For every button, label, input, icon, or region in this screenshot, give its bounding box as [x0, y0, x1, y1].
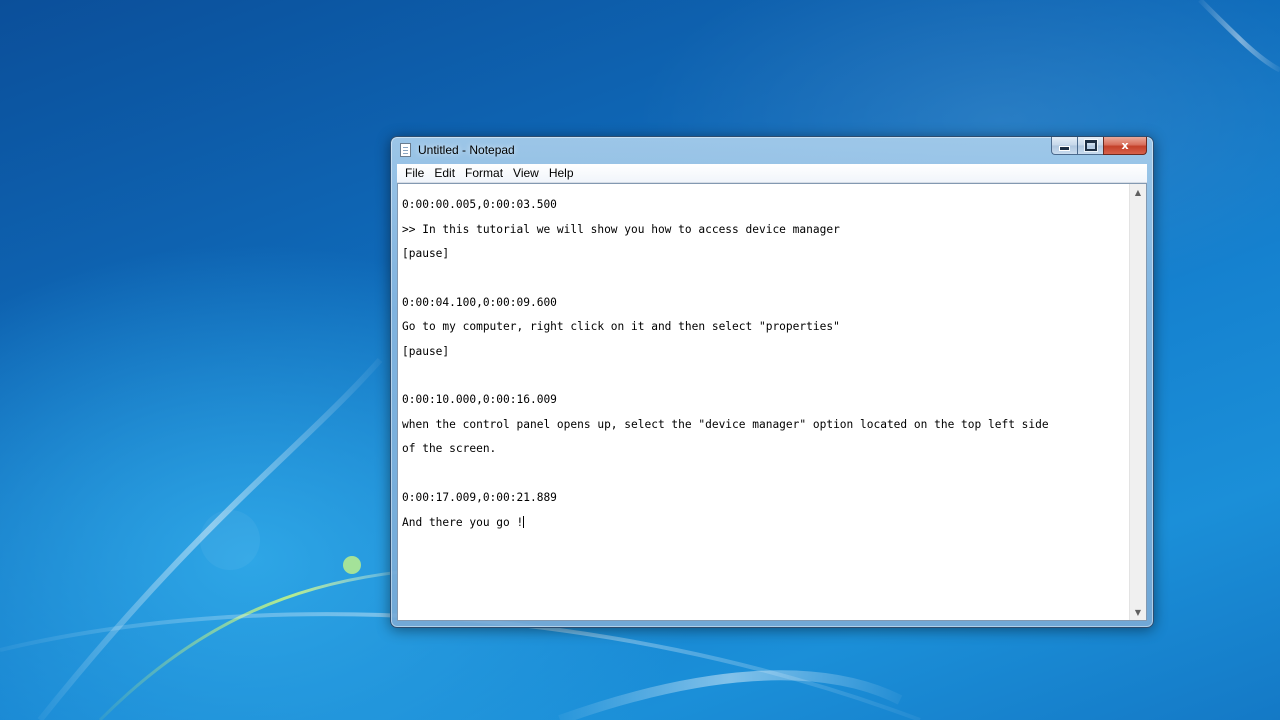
editor-line: [pause]: [402, 344, 450, 358]
title-bar[interactable]: Untitled - Notepad x: [391, 137, 1153, 163]
caption-buttons: x: [1051, 137, 1147, 156]
window-title: Untitled - Notepad: [418, 143, 515, 157]
editor-line-text: And there you go !: [402, 516, 524, 530]
menu-edit[interactable]: Edit: [430, 166, 461, 180]
editor-line: 0:00:17.009,0:00:21.889: [402, 491, 557, 505]
editor-line: of the screen.: [402, 442, 497, 456]
maximize-button[interactable]: [1077, 137, 1103, 155]
notepad-icon[interactable]: [400, 143, 411, 157]
scroll-track[interactable]: [1130, 200, 1146, 604]
editor-line: ​: [402, 468, 1125, 480]
editor-line: when the control panel opens up, select …: [402, 417, 1049, 431]
text-caret: [523, 516, 525, 529]
close-button[interactable]: x: [1103, 137, 1147, 155]
scroll-up-arrow-icon[interactable]: ▲: [1130, 184, 1146, 200]
scroll-down-arrow-icon[interactable]: ▼: [1130, 604, 1146, 620]
editor-line: ​: [402, 370, 1125, 382]
notepad-window[interactable]: Untitled - Notepad x File Edit Format Vi…: [390, 136, 1154, 628]
menu-help[interactable]: Help: [545, 166, 580, 180]
editor-line: 0:00:04.100,0:00:09.600: [402, 295, 557, 309]
maximize-icon: [1083, 139, 1098, 152]
editor-frame: 0:00:00.005,0:00:03.500 >> In this tutor…: [397, 183, 1147, 621]
close-icon: x: [1121, 139, 1129, 152]
editor-line: Go to my computer, right click on it and…: [402, 320, 840, 334]
editor-line: [pause]: [402, 247, 450, 261]
editor-line: >> In this tutorial we will show you how…: [402, 222, 840, 236]
menu-format[interactable]: Format: [461, 166, 509, 180]
editor-line-last: And there you go !: [402, 516, 1125, 529]
menu-bar: File Edit Format View Help: [397, 164, 1147, 183]
menu-view[interactable]: View: [509, 166, 545, 180]
minimize-button[interactable]: [1051, 137, 1077, 155]
minimize-icon: [1059, 146, 1070, 151]
vertical-scrollbar[interactable]: ▲ ▼: [1129, 184, 1146, 620]
editor-line: ​: [402, 272, 1125, 284]
editor-line: 0:00:10.000,0:00:16.009: [402, 393, 557, 407]
menu-file[interactable]: File: [401, 166, 430, 180]
editor-line: 0:00:00.005,0:00:03.500: [402, 198, 557, 212]
text-editor[interactable]: 0:00:00.005,0:00:03.500 >> In this tutor…: [398, 184, 1129, 620]
